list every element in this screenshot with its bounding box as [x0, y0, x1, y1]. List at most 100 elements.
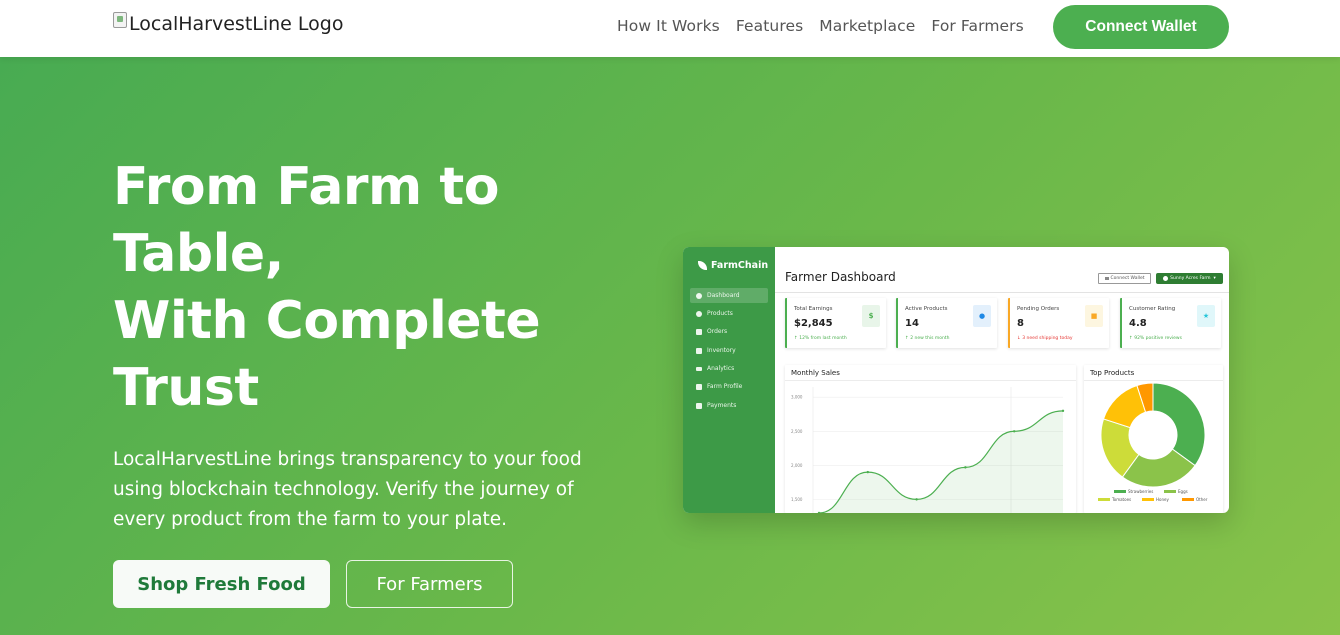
legend-label: Strawberries — [1128, 489, 1153, 494]
sidebar-item-dashboard: Dashboard — [690, 288, 768, 303]
broken-image-icon — [113, 12, 127, 28]
nav-link-how-it-works[interactable]: How It Works — [617, 17, 720, 35]
apple-icon — [696, 310, 702, 317]
stat-label: Active Products — [905, 306, 948, 312]
top-products-chart: Strawberries Eggs Tomatoes Honey Other — [1098, 383, 1208, 502]
wallet-icon — [696, 402, 702, 409]
monthly-sales-chart: 3,000 2,500 2,000 1,500 — [791, 387, 1065, 513]
stat-label: Customer Rating — [1129, 306, 1176, 312]
sidebar-item-label: Analytics — [707, 365, 735, 372]
sidebar-item-payments: Payments — [690, 398, 768, 413]
boxes-icon — [696, 347, 702, 354]
pie-slice — [1152, 383, 1206, 467]
stat-value: 4.8 — [1129, 318, 1147, 329]
stat-value: 8 — [1017, 318, 1024, 329]
legend-label: Honey — [1156, 497, 1169, 502]
hero-section: From Farm to Table, With Complete Trust … — [0, 57, 1340, 635]
legend-label: Tomatoes — [1111, 497, 1131, 502]
logo-alt-text: LocalHarvestLine Logo — [129, 13, 344, 35]
y-tick-label: 3,000 — [791, 395, 803, 400]
legend-swatch — [1098, 498, 1110, 501]
caret-down-icon: ▾ — [1213, 276, 1216, 281]
apple-icon: ● — [973, 305, 991, 327]
bag-icon — [696, 328, 702, 335]
hero-title-line: Trust — [113, 358, 259, 418]
sales-point — [1061, 409, 1065, 413]
leaf-icon — [698, 261, 707, 270]
nav-link-features[interactable]: Features — [736, 17, 803, 35]
dashboard-icon — [696, 292, 702, 299]
dollar-icon: $ — [862, 305, 880, 327]
panel-divider — [785, 380, 1076, 381]
star-icon: ★ — [1197, 305, 1215, 327]
dashboard-preview: FarmChain Dashboard Products Orders Inve… — [683, 247, 1229, 513]
panel-title: Top Products — [1090, 369, 1135, 377]
stat-value: $2,845 — [794, 318, 833, 329]
hero-title-line: With Complete — [113, 291, 541, 351]
stat-card-earnings: Total Earnings $2,845 ↑ 12% from last mo… — [785, 298, 886, 348]
sidebar-item-label: Inventory — [707, 347, 736, 354]
dashboard-wallet-label: Connect Wallet — [1110, 276, 1145, 281]
stat-value: 14 — [905, 318, 919, 329]
stat-label: Pending Orders — [1017, 306, 1060, 312]
legend-label: Eggs — [1178, 489, 1188, 494]
dashboard-brand-name: FarmChain — [711, 260, 769, 271]
wallet-icon — [1104, 277, 1109, 280]
sidebar-item-analytics: Analytics — [690, 361, 768, 376]
sales-area-fill — [819, 410, 1063, 513]
sales-point — [1013, 430, 1016, 433]
stat-note: ↑ 92% positive reviews — [1129, 336, 1182, 341]
top-navbar: LocalHarvestLine Logo How It Works Featu… — [0, 0, 1340, 57]
sales-point — [817, 511, 821, 513]
y-tick-label: 2,500 — [791, 429, 803, 434]
farm-selector-label: Sunny Acres Farm — [1170, 276, 1211, 281]
stat-note: ↓ 3 need shipping today — [1017, 336, 1073, 341]
sidebar-item-farm-profile: Farm Profile — [690, 379, 768, 394]
dashboard-sidebar: FarmChain Dashboard Products Orders Inve… — [683, 247, 775, 513]
legend-swatch — [1164, 490, 1176, 493]
y-tick-label: 2,000 — [791, 463, 803, 468]
for-farmers-button[interactable]: For Farmers — [346, 560, 513, 608]
sidebar-item-orders: Orders — [690, 324, 768, 339]
sidebar-item-label: Payments — [707, 402, 737, 409]
hero-description: LocalHarvestLine brings transparency to … — [113, 449, 582, 530]
panel-title: Monthly Sales — [791, 369, 840, 377]
stat-label: Total Earnings — [794, 306, 833, 312]
divider — [775, 292, 1229, 293]
dashboard-title: Farmer Dashboard — [785, 270, 896, 284]
sales-point — [964, 466, 967, 469]
dashboard-connect-wallet-button: Connect Wallet — [1098, 273, 1151, 284]
tractor-icon — [696, 383, 702, 390]
legend-swatch — [1142, 498, 1154, 501]
chart-line-icon — [696, 366, 702, 371]
hero-title-line: Table, — [113, 224, 284, 284]
hero-title: From Farm to Table, With Complete Trust — [113, 154, 633, 422]
sidebar-item-label: Orders — [707, 328, 728, 335]
stat-note: ↑ 12% from last month — [794, 336, 847, 341]
dashboard-brand: FarmChain — [698, 260, 768, 271]
bag-icon: ■ — [1085, 305, 1103, 327]
user-icon — [1163, 276, 1169, 281]
legend-swatch — [1182, 498, 1194, 501]
sidebar-item-label: Products — [707, 310, 733, 317]
sidebar-item-inventory: Inventory — [690, 343, 768, 358]
stat-card-orders: Pending Orders 8 ↓ 3 need shipping today… — [1008, 298, 1109, 348]
y-tick-label: 1,500 — [791, 497, 803, 502]
nav-links: How It Works Features Marketplace For Fa… — [617, 17, 1024, 35]
shop-fresh-food-button[interactable]: Shop Fresh Food — [113, 560, 330, 608]
monthly-sales-panel: Monthly Sales 3,000 2,500 2,000 1,500 — [785, 365, 1076, 513]
hero-title-line: From Farm to — [113, 157, 499, 217]
nav-link-for-farmers[interactable]: For Farmers — [931, 17, 1023, 35]
legend-swatch — [1114, 490, 1126, 493]
top-products-panel: Top Products Strawberries Eggs Tomatoes Hon… — [1084, 365, 1223, 513]
sales-point — [866, 470, 869, 474]
nav-link-marketplace[interactable]: Marketplace — [819, 17, 915, 35]
stat-note: ↑ 2 new this month — [905, 336, 950, 341]
stat-card-products: Active Products 14 ↑ 2 new this month ● — [896, 298, 997, 348]
connect-wallet-button[interactable]: Connect Wallet — [1053, 5, 1229, 49]
site-logo[interactable]: LocalHarvestLine Logo — [113, 12, 344, 35]
sidebar-item-label: Dashboard — [707, 292, 740, 299]
sales-point — [915, 498, 918, 501]
sidebar-item-products: Products — [690, 306, 768, 321]
legend-label: Other — [1196, 497, 1208, 502]
